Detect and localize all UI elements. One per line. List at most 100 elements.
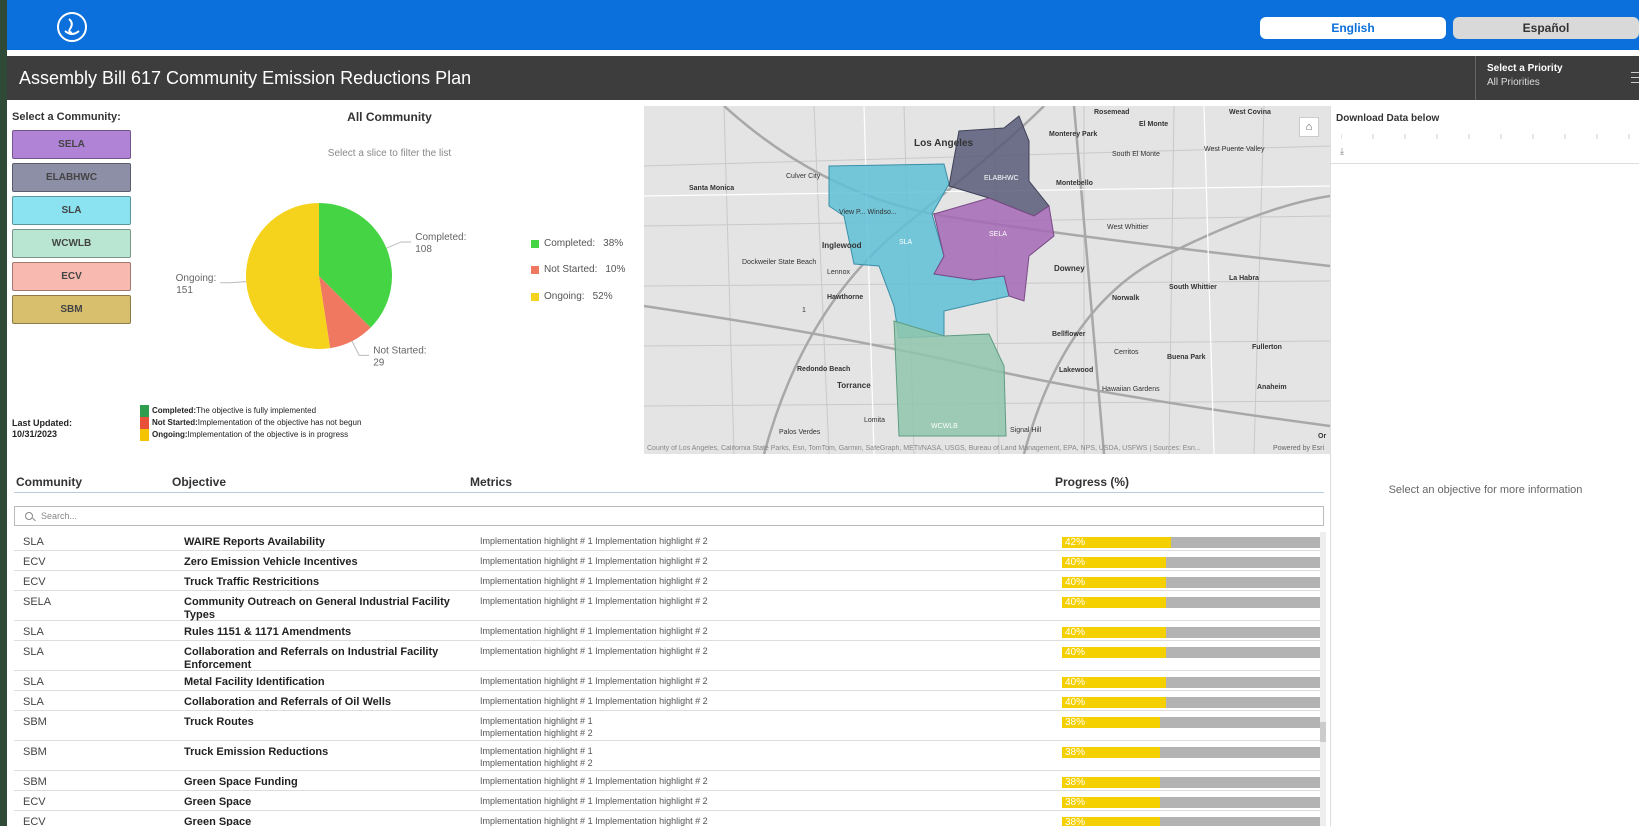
- definition-swatch: [140, 429, 149, 441]
- region-elabhwc[interactable]: [948, 115, 1050, 217]
- definition-term: Completed:: [152, 406, 196, 415]
- table-row[interactable]: SELA Community Outreach on General Indust…: [14, 591, 1324, 621]
- table-scrollbar[interactable]: [1320, 532, 1326, 826]
- column-header-metrics[interactable]: Metrics: [470, 475, 512, 489]
- cell-objective: Rules 1151 & 1171 Amendments: [184, 626, 352, 638]
- map-label: Lennox: [827, 269, 850, 276]
- definition-not-started: Not Started: Implementation of the objec…: [140, 417, 361, 429]
- table-row[interactable]: ECV Green Space Implementation highlight #…: [14, 791, 1324, 811]
- legend-ongoing[interactable]: Ongoing: 52%: [531, 291, 613, 302]
- map-label: Lomita: [864, 417, 885, 424]
- definition-completed: Completed: The objective is fully implem…: [140, 405, 361, 417]
- map-label: West Covina: [1229, 109, 1271, 116]
- map-home-button[interactable]: ⌂: [1299, 117, 1319, 137]
- pie-slice-ongoing[interactable]: [246, 203, 331, 349]
- search-input[interactable]: Search...: [14, 506, 1324, 526]
- community-button-wcwlb[interactable]: WCWLB: [12, 229, 131, 258]
- cell-community: SLA: [23, 626, 44, 638]
- table-row[interactable]: ECV Zero Emission Vehicle Incentives Imple…: [14, 551, 1324, 571]
- app-frame: English Español Assembly Bill 617 Commun…: [7, 0, 1639, 826]
- map-label: South Whittier: [1169, 284, 1217, 291]
- metric-line: Implementation highlight # 1 Implementat…: [480, 556, 708, 566]
- pie-leader-line: [386, 241, 412, 249]
- scrollbar-thumb[interactable]: [1320, 722, 1326, 742]
- map-label: Redondo Beach: [797, 366, 850, 373]
- map-label: Fullerton: [1252, 344, 1282, 351]
- legend-label: Completed:: [544, 238, 596, 249]
- legend-percent: 38%: [603, 238, 624, 249]
- progress-label: 40%: [1065, 577, 1086, 588]
- cell-metrics: Implementation highlight # 1 Implementati…: [480, 745, 593, 769]
- community-button-sbm[interactable]: SBM: [12, 295, 131, 324]
- region-wcwlb[interactable]: [893, 320, 1007, 437]
- column-header-objective[interactable]: Objective: [172, 475, 226, 489]
- map-label: Los Angeles: [914, 138, 974, 149]
- table-row[interactable]: SBM Truck Routes Implementation highlight …: [14, 711, 1324, 741]
- language-spanish-button[interactable]: Español: [1453, 17, 1639, 39]
- community-selector-label: Select a Community:: [12, 111, 121, 123]
- pie-data-label: Ongoing:: [176, 273, 217, 284]
- legend-swatch: [531, 292, 539, 301]
- table-row[interactable]: SBM Truck Emission Reductions Implementati…: [14, 741, 1324, 771]
- progress-bar: 40%: [1062, 647, 1321, 658]
- priority-label: Select a Priority: [1487, 63, 1563, 74]
- table-row[interactable]: SBM Green Space Funding Implementation hig…: [14, 771, 1324, 791]
- map-view[interactable]: Los Angeles Santa Monica Culver City Vie…: [644, 106, 1330, 454]
- progress-bar: 40%: [1062, 677, 1321, 688]
- priority-value: All Priorities: [1487, 77, 1540, 88]
- map-powered-by[interactable]: Powered by Esri: [1273, 445, 1324, 452]
- progress-bar: 40%: [1062, 697, 1321, 708]
- column-header-progress[interactable]: Progress (%): [1055, 475, 1129, 489]
- table-row[interactable]: SLA Collaboration and Referrals of Oil We…: [14, 691, 1324, 711]
- map-label: Norwalk: [1112, 295, 1139, 302]
- table-row[interactable]: ECV Truck Traffic Restricitions Implementa…: [14, 571, 1324, 591]
- legend-label: Not Started:: [544, 264, 598, 275]
- last-updated-label: Last Updated:: [12, 418, 73, 428]
- pie-chart[interactable]: Completed:108Not Started:29Ongoing:151: [135, 106, 644, 446]
- community-button-sla[interactable]: SLA: [12, 196, 131, 225]
- progress-bar: 40%: [1062, 597, 1321, 608]
- map-label: La Habra: [1229, 275, 1259, 282]
- community-button-elabhwc[interactable]: ELABHWC: [12, 163, 131, 192]
- legend-not-started[interactable]: Not Started: 10%: [531, 264, 625, 275]
- map-label: Dockweiler State Beach: [742, 259, 816, 266]
- cell-metrics: Implementation highlight # 1 Implementat…: [480, 575, 708, 587]
- map-region-label: WCWLB: [931, 423, 958, 430]
- table-row[interactable]: SLA Metal Facility Identification Implemen…: [14, 671, 1324, 691]
- progress-bar: 42%: [1062, 537, 1321, 548]
- language-english-button[interactable]: English: [1260, 17, 1446, 39]
- metric-line: Implementation highlight # 1 Implementat…: [480, 536, 708, 546]
- definition-term: Not Started:: [152, 418, 198, 427]
- agency-logo-icon[interactable]: [56, 11, 88, 43]
- metric-line: Implementation highlight # 1 Implementat…: [480, 576, 708, 586]
- legend-completed[interactable]: Completed: 38%: [531, 238, 623, 249]
- metric-line: Implementation highlight # 1 Implementat…: [480, 796, 708, 806]
- priority-selector[interactable]: Select a Priority All Priorities: [1475, 56, 1639, 100]
- metric-line: Implementation highlight # 1: [480, 716, 593, 726]
- community-button-sela[interactable]: SELA: [12, 130, 131, 159]
- cell-metrics: Implementation highlight # 1 Implementat…: [480, 645, 708, 657]
- community-button-ecv[interactable]: ECV: [12, 262, 131, 291]
- progress-bar: 38%: [1062, 717, 1321, 728]
- table-row[interactable]: SLA WAIRE Reports Availability Implementat…: [14, 531, 1324, 551]
- map-label: Montebello: [1056, 180, 1093, 187]
- cell-community: SELA: [23, 596, 52, 608]
- progress-label: 40%: [1065, 597, 1086, 608]
- table-row[interactable]: SLA Rules 1151 & 1171 Amendments Implement…: [14, 621, 1324, 641]
- cell-objective: Truck Traffic Restricitions: [184, 576, 320, 588]
- legend-percent: 10%: [605, 264, 626, 275]
- map-label: West Whittier: [1107, 224, 1149, 231]
- cell-metrics: Implementation highlight # 1 Implementat…: [480, 695, 708, 707]
- definition-text: Implementation of the objective has not …: [197, 418, 362, 427]
- detail-placeholder: Select an objective for more information: [1388, 484, 1583, 496]
- table-row[interactable]: ECV Green Space Implementation highlight #…: [14, 811, 1324, 826]
- map-label: Signal Hill: [1010, 427, 1042, 434]
- map-canvas[interactable]: Los Angeles Santa Monica Culver City Vie…: [644, 106, 1330, 454]
- cell-metrics: Implementation highlight # 1 Implementat…: [480, 555, 708, 567]
- cell-objective: Green Space: [184, 796, 252, 808]
- column-header-community[interactable]: Community: [16, 475, 82, 489]
- progress-label: 40%: [1065, 557, 1086, 568]
- table-row[interactable]: SLA Collaboration and Referrals on Indust…: [14, 641, 1324, 671]
- menu-icon[interactable]: [1631, 72, 1639, 83]
- download-icon[interactable]: ⤓: [1340, 146, 1344, 157]
